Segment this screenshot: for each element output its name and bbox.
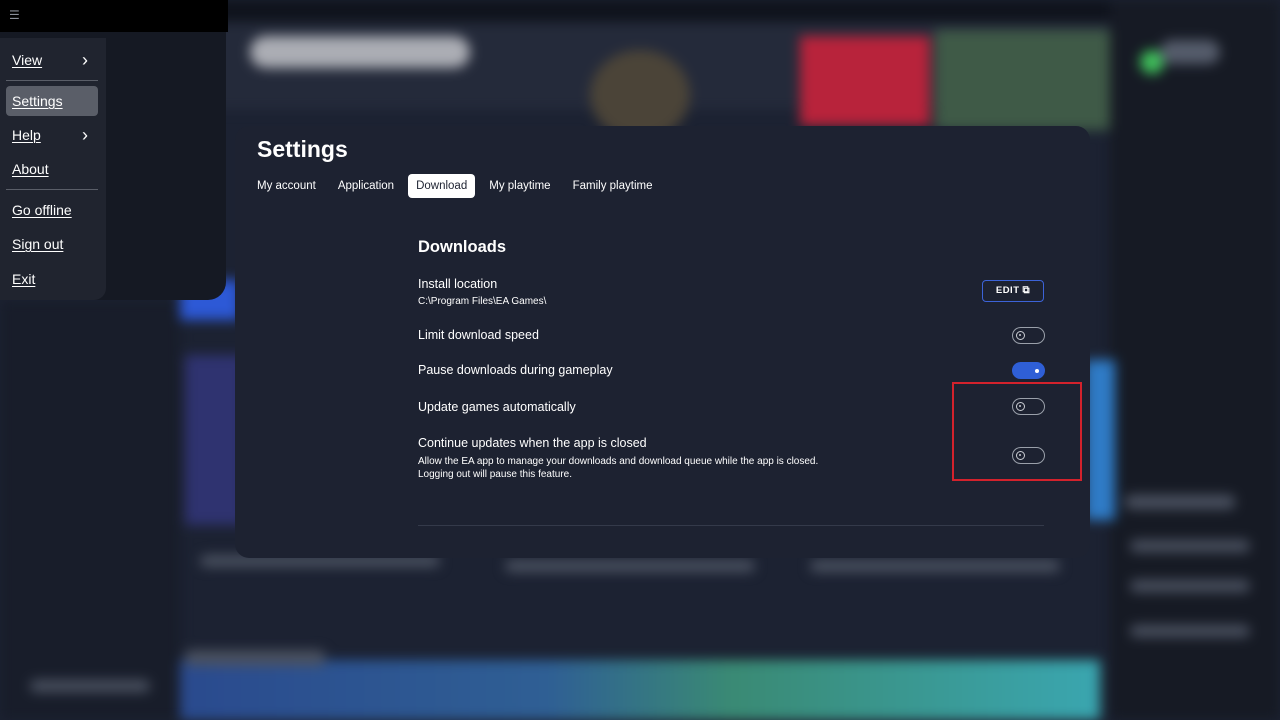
bg-text-line — [30, 680, 150, 692]
chevron-right-icon: › — [82, 125, 88, 145]
menu-item-go-offline[interactable]: Go offline — [6, 195, 98, 225]
continue-updates-description: Allow the EA app to manage your download… — [418, 456, 819, 467]
external-link-icon: ⧉ — [1022, 285, 1031, 296]
settings-dialog: Settings My account Application Download… — [235, 126, 1090, 558]
menu-item-label: About — [12, 161, 49, 177]
pause-downloads-label: Pause downloads during gameplay — [418, 363, 613, 377]
bg-hero-image — [935, 30, 1115, 130]
bg-game-row — [180, 660, 1100, 720]
continue-updates-description: Logging out will pause this feature. — [418, 469, 572, 480]
bg-text-line — [1130, 540, 1250, 552]
menu-item-exit[interactable]: Exit — [6, 264, 98, 294]
bg-search-bar — [250, 36, 470, 68]
install-location-label: Install location — [418, 277, 498, 291]
menu-divider — [6, 80, 98, 81]
menu-item-label: Go offline — [12, 202, 72, 218]
bg-text-line — [505, 560, 755, 572]
continue-updates-label: Continue updates when the app is closed — [418, 436, 647, 450]
bg-right-panel — [1110, 0, 1280, 720]
menu-item-sign-out[interactable]: Sign out — [6, 229, 98, 259]
menu-divider — [6, 189, 98, 190]
bg-text-line — [1130, 580, 1250, 592]
menu-item-settings[interactable]: Settings — [6, 86, 98, 116]
bg-text-line — [1130, 625, 1250, 637]
main-menu: View › Settings Help › About Go offline … — [0, 38, 106, 300]
menu-item-label: Exit — [12, 271, 36, 287]
menu-item-help[interactable]: Help › — [6, 120, 98, 150]
edit-button-label: EDIT — [995, 285, 1020, 296]
menu-item-view[interactable]: View › — [6, 45, 98, 75]
bg-text-line — [810, 560, 1060, 572]
menu-item-label: Help — [12, 127, 41, 143]
toggle-knob — [1032, 366, 1041, 375]
toggle-knob — [1016, 331, 1025, 340]
tab-my-playtime[interactable]: My playtime — [481, 174, 558, 198]
tab-family-playtime[interactable]: Family playtime — [565, 174, 661, 198]
menu-item-label: View — [12, 52, 43, 68]
menu-top-strip: ☰ — [0, 0, 228, 32]
section-title: Downloads — [418, 238, 507, 256]
bg-text-line — [1125, 495, 1235, 509]
bg-text-line — [185, 650, 325, 666]
menu-item-label: Settings — [12, 93, 63, 109]
tab-my-account[interactable]: My account — [249, 174, 324, 198]
limit-download-speed-label: Limit download speed — [418, 328, 539, 342]
settings-tabs: My account Application Download My playt… — [249, 174, 666, 198]
hamburger-icon[interactable]: ☰ — [9, 9, 20, 21]
bg-hero-image — [800, 36, 930, 126]
tab-download[interactable]: Download — [408, 174, 476, 198]
page-title: Settings — [257, 136, 348, 162]
highlight-box — [952, 382, 1082, 481]
bg-button — [1160, 40, 1220, 64]
edit-install-location-button[interactable]: EDIT ⧉ — [982, 280, 1044, 302]
pause-downloads-toggle[interactable] — [1012, 362, 1045, 379]
update-games-label: Update games automatically — [418, 400, 576, 414]
section-divider — [418, 525, 1044, 526]
menu-item-about[interactable]: About — [6, 154, 98, 184]
menu-item-label: Sign out — [12, 236, 64, 252]
chevron-right-icon: › — [82, 50, 88, 70]
bg-sidebar — [0, 300, 180, 720]
tab-application[interactable]: Application — [330, 174, 402, 198]
limit-download-speed-toggle[interactable] — [1012, 327, 1045, 344]
install-location-path: C:\Program Files\EA Games\ — [418, 296, 547, 307]
